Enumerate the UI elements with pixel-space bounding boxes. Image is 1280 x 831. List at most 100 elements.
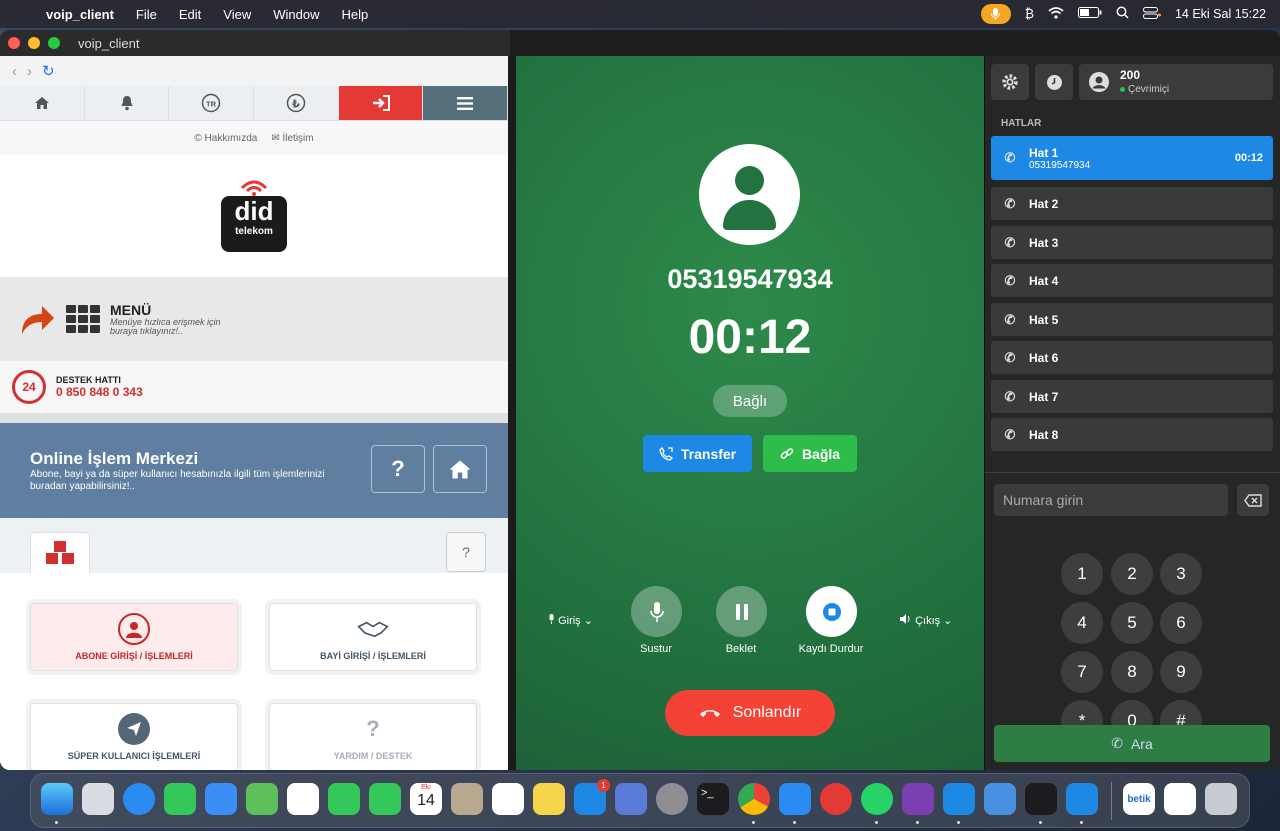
key-1[interactable]: 1	[1061, 553, 1103, 595]
subscriber-login-card[interactable]: ABONE GİRİŞİ / İŞLEMLERİ	[30, 603, 238, 671]
line-item-1[interactable]: ✆ Hat 1 05319547934 00:12	[991, 136, 1273, 180]
wifi-icon[interactable]	[1048, 6, 1064, 22]
zoom-window-button[interactable]	[48, 37, 60, 49]
line-item-5[interactable]: ✆ Hat 5	[991, 303, 1273, 336]
terminal-icon[interactable]: >_	[697, 783, 729, 815]
menu-help[interactable]: Help	[341, 7, 368, 22]
cubes-tab[interactable]	[30, 532, 90, 573]
key-2[interactable]: 2	[1111, 553, 1153, 595]
stop-recording-button[interactable]	[806, 586, 857, 637]
number-input[interactable]: Numara girin	[994, 484, 1228, 516]
help-question-button[interactable]: ?	[371, 445, 425, 493]
output-device-select[interactable]: Çıkış ⌄	[900, 614, 952, 627]
tr-tab[interactable]: TR	[169, 86, 255, 120]
chrome-icon[interactable]	[738, 783, 770, 815]
youtube-music-icon[interactable]	[820, 783, 852, 815]
transfer-button[interactable]: Transfer	[643, 435, 752, 472]
close-window-button[interactable]	[8, 37, 20, 49]
key-8[interactable]: 8	[1111, 651, 1153, 693]
support-line[interactable]: 24 DESTEK HATTI 0 850 848 0 343	[0, 361, 508, 413]
home-tab[interactable]	[0, 86, 85, 120]
about-link[interactable]: © Hakkımızda	[194, 133, 257, 144]
battery-icon[interactable]	[1077, 7, 1102, 21]
key-6[interactable]: 6	[1160, 602, 1202, 644]
settings-button[interactable]	[991, 64, 1029, 100]
trash-icon[interactable]	[1205, 783, 1237, 815]
mail-icon[interactable]	[205, 783, 237, 815]
key-7[interactable]: 7	[1061, 651, 1103, 693]
contacts-icon[interactable]	[451, 783, 483, 815]
notes-icon[interactable]	[533, 783, 565, 815]
key-3[interactable]: 3	[1160, 553, 1202, 595]
backspace-button[interactable]	[1237, 484, 1269, 516]
messages-icon[interactable]	[164, 783, 196, 815]
figma-icon[interactable]	[1025, 783, 1057, 815]
help-support-card[interactable]: ? YARDIM / DESTEK	[269, 703, 477, 770]
key-4[interactable]: 4	[1061, 602, 1103, 644]
menubar-clock[interactable]: 14 Eki Sal 15:22	[1175, 7, 1266, 21]
menu-app-name[interactable]: voip_client	[46, 7, 114, 22]
mute-button[interactable]	[631, 586, 682, 637]
contact-link[interactable]: ✉ İletişim	[271, 133, 313, 144]
line-item-6[interactable]: ✆ Hat 6	[991, 341, 1273, 374]
forward-icon[interactable]: ›	[27, 63, 32, 80]
notifications-tab[interactable]	[85, 86, 170, 120]
keyboard-layout-icon[interactable]: ₿	[1025, 7, 1034, 21]
launchpad-icon[interactable]	[82, 783, 114, 815]
back-icon[interactable]: ‹	[12, 63, 17, 80]
menu-edit[interactable]: Edit	[179, 7, 201, 22]
call-button[interactable]: ✆ Ara	[994, 725, 1270, 762]
xcode-icon[interactable]	[943, 783, 975, 815]
vscode-icon[interactable]	[779, 783, 811, 815]
line-item-4[interactable]: ✆ Hat 4	[991, 264, 1273, 297]
finder-icon[interactable]	[41, 783, 73, 815]
lira-tab[interactable]: ₺	[254, 86, 339, 120]
configurator-icon[interactable]	[615, 783, 647, 815]
control-center-icon[interactable]	[1142, 6, 1161, 22]
hold-button[interactable]	[716, 586, 767, 637]
menu-file[interactable]: File	[136, 7, 157, 22]
input-device-select[interactable]: Giriş ⌄	[548, 614, 593, 627]
menu-band[interactable]: MENÜ Menüye hızlıca erişmek için buraya …	[0, 277, 508, 361]
safari-icon[interactable]	[123, 783, 155, 815]
calendar-icon[interactable]: Eki 14	[410, 783, 442, 815]
reload-icon[interactable]: ↻	[42, 62, 55, 80]
photos-icon[interactable]	[287, 783, 319, 815]
support-number: 0 850 848 0 343	[56, 385, 143, 399]
files-icon[interactable]	[984, 783, 1016, 815]
super-user-card[interactable]: SÜPER KULLANICI İŞLEMLERİ	[30, 703, 238, 770]
dealer-login-card[interactable]: BAYİ GİRİŞİ / İŞLEMLERİ	[269, 603, 477, 671]
maps-icon[interactable]	[246, 783, 278, 815]
key-5[interactable]: 5	[1111, 602, 1153, 644]
system-settings-icon[interactable]	[656, 783, 688, 815]
line-item-2[interactable]: ✆ Hat 2	[991, 187, 1273, 220]
github-desktop-icon[interactable]	[902, 783, 934, 815]
history-button[interactable]	[1035, 64, 1073, 100]
app-store-folder-icon[interactable]	[1164, 783, 1196, 815]
end-call-button[interactable]: Sonlandır	[665, 690, 835, 736]
whatsapp-icon[interactable]	[861, 783, 893, 815]
betik-icon[interactable]: betik	[1123, 783, 1155, 815]
banner-home-button[interactable]	[433, 445, 487, 493]
facetime-icon[interactable]	[328, 783, 360, 815]
line-item-7[interactable]: ✆ Hat 7	[991, 380, 1273, 413]
voip-client-icon[interactable]	[1066, 783, 1098, 815]
reminders-icon[interactable]	[492, 783, 524, 815]
menu-window[interactable]: Window	[273, 7, 319, 22]
mic-active-icon[interactable]	[980, 4, 1011, 24]
hamburger-tab[interactable]	[423, 86, 508, 120]
line-item-8[interactable]: ✆ Hat 8	[991, 418, 1273, 451]
split-divider[interactable]	[508, 56, 516, 770]
minimize-window-button[interactable]	[28, 37, 40, 49]
login-tab[interactable]	[338, 86, 424, 120]
connect-button[interactable]: Bağla	[763, 435, 857, 472]
did-telekom-logo[interactable]: did telekom	[221, 180, 287, 252]
help-circle-button[interactable]: ?	[446, 532, 486, 572]
line-item-3[interactable]: ✆ Hat 3	[991, 226, 1273, 259]
key-9[interactable]: 9	[1160, 651, 1202, 693]
search-icon[interactable]	[1116, 6, 1129, 22]
user-status-card[interactable]: 200 Çevrimiçi	[1079, 64, 1273, 100]
phone-app-icon[interactable]	[369, 783, 401, 815]
app-store-icon[interactable]: 1	[574, 779, 610, 815]
menu-view[interactable]: View	[223, 7, 251, 22]
